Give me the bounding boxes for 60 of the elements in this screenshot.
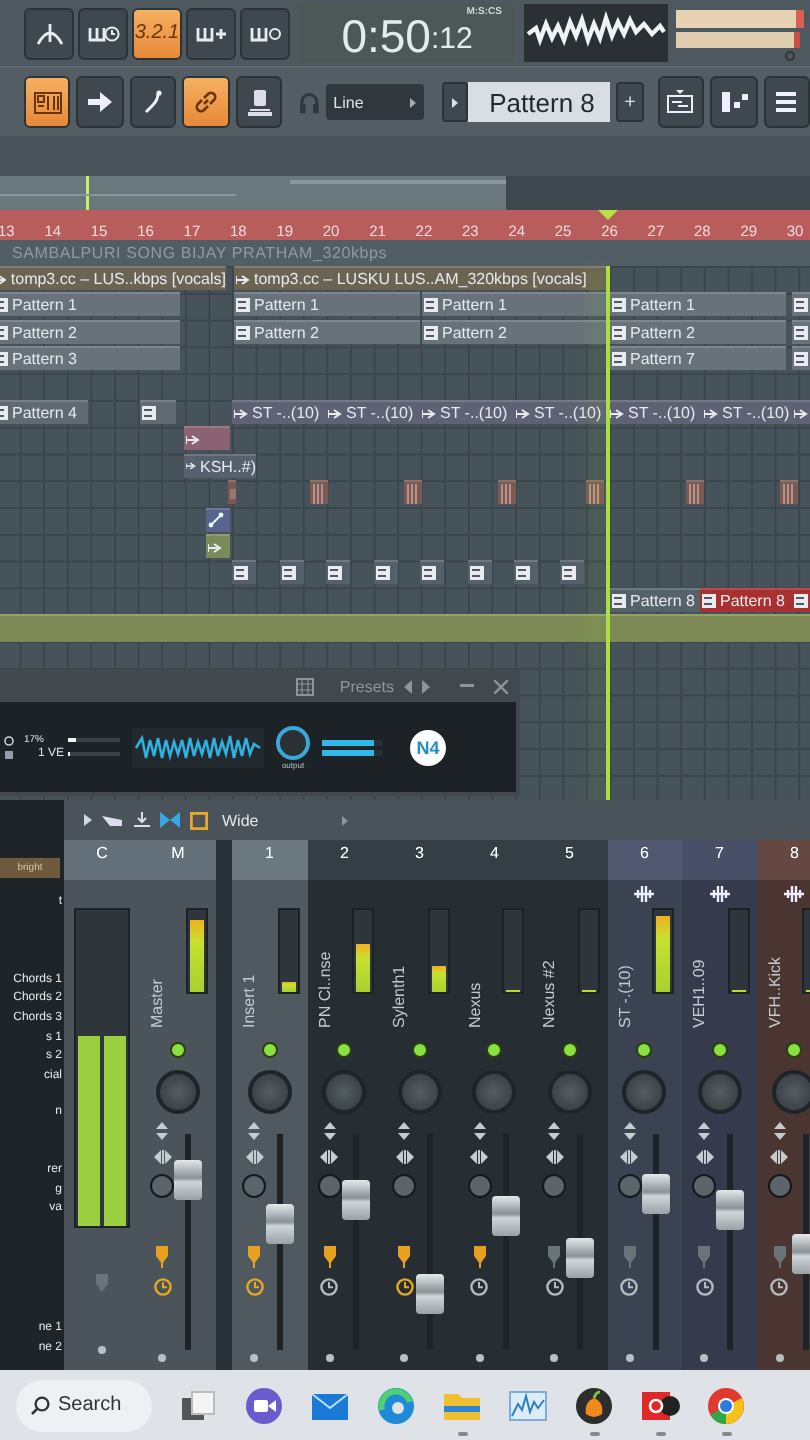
playlist-clip[interactable]: KSH..#) [184,453,256,478]
channel-number: 5 [532,840,607,880]
channel-number: 1 [232,840,307,880]
playlist-clip[interactable]: ST -..(10) [514,400,608,424]
channel-name: Master [148,977,166,1028]
plugin-logo: N4 [410,729,446,765]
mixer-channel-strip[interactable]: 2 PN Cl..nse [307,840,382,1370]
mixer-channel-strip[interactable]: 4 Nexus [457,840,532,1370]
playlist-clip[interactable]: ST -..(10) [702,400,792,424]
mixer-channel-strip[interactable]: 5 Nexus #2 [532,840,607,1370]
channel-name: Sylenth1 [390,963,408,1028]
pattern-selector[interactable]: Pattern 8 [467,82,611,122]
playlist-clip[interactable]: Pattern 2 [422,319,608,344]
mixer-channel-strip[interactable]: 7 VEH1..09 [682,840,757,1370]
channel-name: Insert 1 [240,972,258,1028]
channel-name: ST -.(10) [615,963,633,1028]
playlist-clip[interactable]: ST -..(10) [608,400,702,424]
mixer-channel-strip[interactable]: 6 ST -.(10) [607,840,682,1370]
mixer-layout-label[interactable]: Wide [222,811,332,829]
snap-dropdown[interactable]: Line [325,84,424,120]
playlist-clip[interactable]: Pattern 2 [0,319,180,344]
channel-number: 3 [382,840,457,880]
playlist-clip[interactable]: Pattern 1 [0,292,180,317]
playlist-clip[interactable]: Pattern 4 [0,400,88,424]
channel-number: 6 [607,840,682,880]
playlist-clip[interactable]: Pattern 1 [234,292,420,317]
channel-number: 8 [757,840,810,880]
channel-name: Nexus [465,980,483,1028]
countdown-button[interactable]: 3.2.1 [132,7,182,59]
channel-number: 7 [682,840,757,880]
time-centiseconds: :12 [430,20,473,60]
channel-name: Nexus #2 [540,958,558,1028]
playlist-clip[interactable]: Pattern 2 [610,319,786,344]
mixer-channel-strip[interactable]: 3 Sylenth1 [382,840,457,1370]
channel-number: 2 [307,840,382,880]
playlist-clip[interactable]: Pattern 3 [0,346,180,371]
playlist-clip[interactable]: Pattern 1 [422,292,608,317]
playlist-clip[interactable]: Pattern 8 [700,587,792,612]
channel-number: M [140,840,216,880]
playlist-clip[interactable]: tomp3.cc – LUSKU LUS..AM_320kbps [vocals] [234,266,610,290]
mixer-channel-strip[interactable]: 8 VFH..Kick [757,840,810,1370]
playlist-clip[interactable]: Pattern 7 [610,346,786,371]
playlist-clip[interactable]: ST -..(10) [420,400,514,424]
playlist-clip[interactable]: Pattern 1 [610,292,786,317]
playlist-clip[interactable]: Pattern 8 [610,587,700,612]
channel-name: PN Cl..nse [315,949,333,1028]
playlist-clip[interactable]: tomp3.cc – LUS..kbps [vocals] [0,266,226,290]
search-field[interactable]: Search [16,1379,152,1431]
channel-number: 4 [457,840,532,880]
mixer-channel-strip[interactable]: 1 Insert 1 [232,840,307,1370]
channel-number: C [64,840,140,880]
playlist-clip[interactable]: ST -..(10) [232,400,326,424]
track-title: SAMBALPURI SONG BIJAY PRATHAM_320kbps [0,240,810,266]
channel-name: VFH..Kick [765,954,783,1028]
playlist-clip[interactable]: Pattern 2 [234,319,420,344]
playlist-clip[interactable]: ST -..(10) [326,400,420,424]
time-minutes-seconds: 0:50 [341,10,431,62]
add-pattern-button[interactable]: + [616,82,644,122]
channel-name: VEH1..09 [690,957,708,1028]
presets-label[interactable]: Presets [339,677,394,695]
